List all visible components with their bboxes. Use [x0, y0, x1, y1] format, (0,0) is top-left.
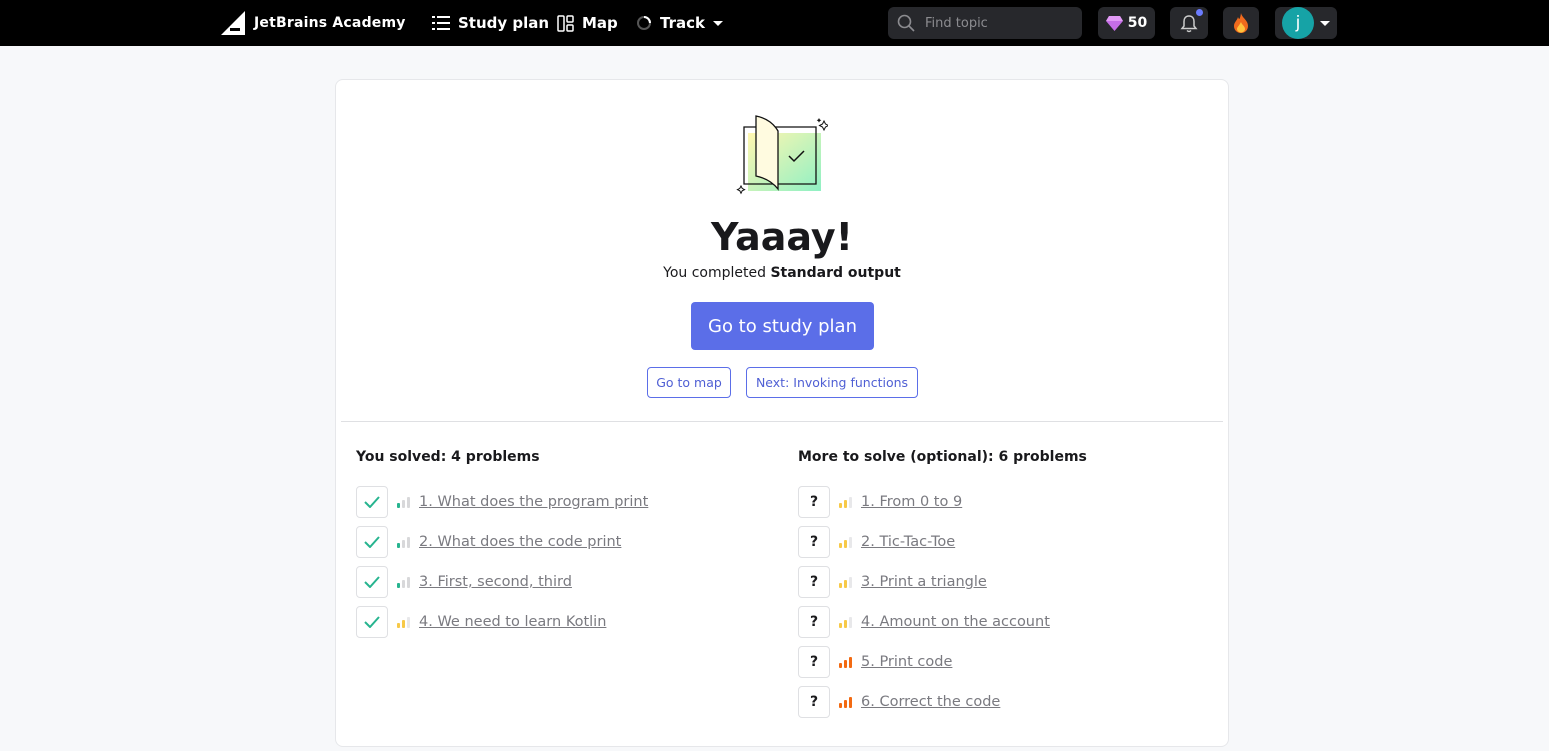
jetbrains-academy-logo[interactable]: JetBrains Academy — [221, 11, 406, 35]
difficulty-bars-icon — [839, 496, 852, 508]
divider — [341, 421, 1223, 422]
more-problems-heading: More to solve (optional): 6 problems — [798, 449, 1087, 465]
solved-problem-item: 3. First, second, third — [356, 566, 572, 598]
difficulty-bars-icon — [397, 616, 410, 628]
unsolved-problem-item: ? 3. Print a triangle — [798, 566, 987, 598]
streak-button[interactable] — [1223, 7, 1259, 39]
checkmark-icon — [356, 566, 388, 598]
question-mark-icon: ? — [798, 486, 830, 518]
solved-problems-heading: You solved: 4 problems — [356, 449, 540, 465]
unsolved-problem-item: ? 2. Tic-Tac-Toe — [798, 526, 955, 558]
topic-completion-card: Yaaay! You completed Standard output Go … — [335, 79, 1229, 747]
problem-link[interactable]: 3. First, second, third — [419, 574, 572, 590]
go-to-map-button[interactable]: Go to map — [647, 367, 731, 398]
checkmark-icon — [356, 486, 388, 518]
notification-dot-icon — [1196, 9, 1203, 16]
nav-map-label: Map — [582, 14, 618, 32]
nav-study-plan[interactable]: Study plan — [432, 11, 549, 35]
solved-problem-item: 2. What does the code print — [356, 526, 621, 558]
chevron-down-icon — [1320, 20, 1330, 26]
avatar: j — [1282, 7, 1314, 39]
user-menu[interactable]: j — [1275, 7, 1337, 39]
completed-topic-name: Standard output — [770, 265, 901, 281]
problem-link[interactable]: 1. From 0 to 9 — [861, 494, 962, 510]
difficulty-bars-icon — [839, 696, 852, 708]
nav-track-dropdown[interactable]: Track — [636, 11, 723, 35]
chevron-down-icon — [712, 20, 723, 26]
solved-problem-item: 4. We need to learn Kotlin — [356, 606, 606, 638]
question-mark-icon: ? — [798, 566, 830, 598]
list-icon — [432, 16, 450, 30]
problem-link[interactable]: 2. What does the code print — [419, 534, 621, 550]
difficulty-bars-icon — [397, 536, 410, 548]
map-layout-icon — [557, 14, 574, 32]
search-input[interactable] — [925, 15, 1075, 31]
difficulty-bars-icon — [397, 496, 410, 508]
unsolved-problem-item: ? 4. Amount on the account — [798, 606, 1050, 638]
notifications-button[interactable] — [1170, 7, 1208, 39]
question-mark-icon: ? — [798, 526, 830, 558]
search-icon — [897, 14, 915, 32]
problem-link[interactable]: 2. Tic-Tac-Toe — [861, 534, 955, 550]
problem-link[interactable]: 1. What does the program print — [419, 494, 648, 510]
jetbrains-logo-icon — [221, 11, 245, 35]
subtitle-prefix: You completed — [663, 265, 771, 281]
completion-subtitle: You completed Standard output — [336, 265, 1228, 281]
question-mark-icon: ? — [798, 646, 830, 678]
problem-link[interactable]: 4. We need to learn Kotlin — [419, 614, 606, 630]
nav-track-label: Track — [660, 14, 705, 32]
difficulty-bars-icon — [839, 576, 852, 588]
go-to-study-plan-button[interactable]: Go to study plan — [691, 302, 874, 350]
fire-icon — [1234, 13, 1248, 33]
solved-problem-item: 1. What does the program print — [356, 486, 648, 518]
nav-study-plan-label: Study plan — [458, 14, 550, 32]
problem-link[interactable]: 3. Print a triangle — [861, 574, 987, 590]
unsolved-problem-item: ? 1. From 0 to 9 — [798, 486, 962, 518]
logo-text: JetBrains Academy — [254, 15, 406, 31]
difficulty-bars-icon — [839, 616, 852, 628]
bell-icon — [1180, 14, 1198, 32]
difficulty-bars-icon — [839, 656, 852, 668]
find-topic-search[interactable] — [888, 7, 1082, 39]
unsolved-problem-item: ? 6. Correct the code — [798, 686, 1000, 718]
difficulty-bars-icon — [397, 576, 410, 588]
problem-link[interactable]: 6. Correct the code — [861, 694, 1000, 710]
completion-title: Yaaay! — [711, 215, 853, 259]
problem-link[interactable]: 5. Print code — [861, 654, 952, 670]
checkmark-icon — [356, 606, 388, 638]
question-mark-icon: ? — [798, 606, 830, 638]
completed-book-illustration — [736, 115, 828, 195]
problem-link[interactable]: 4. Amount on the account — [861, 614, 1050, 630]
nav-map[interactable]: Map — [557, 11, 618, 35]
checkmark-icon — [356, 526, 388, 558]
question-mark-icon: ? — [798, 686, 830, 718]
top-navigation-bar: JetBrains Academy Study plan Map Track F… — [0, 0, 1549, 46]
track-progress-icon — [637, 16, 651, 30]
gems-counter[interactable]: 50 — [1098, 7, 1155, 39]
difficulty-bars-icon — [839, 536, 852, 548]
gem-icon — [1105, 15, 1123, 31]
unsolved-problem-item: ? 5. Print code — [798, 646, 952, 678]
gems-count: 50 — [1127, 15, 1148, 31]
next-topic-button[interactable]: Next: Invoking functions — [746, 367, 918, 398]
